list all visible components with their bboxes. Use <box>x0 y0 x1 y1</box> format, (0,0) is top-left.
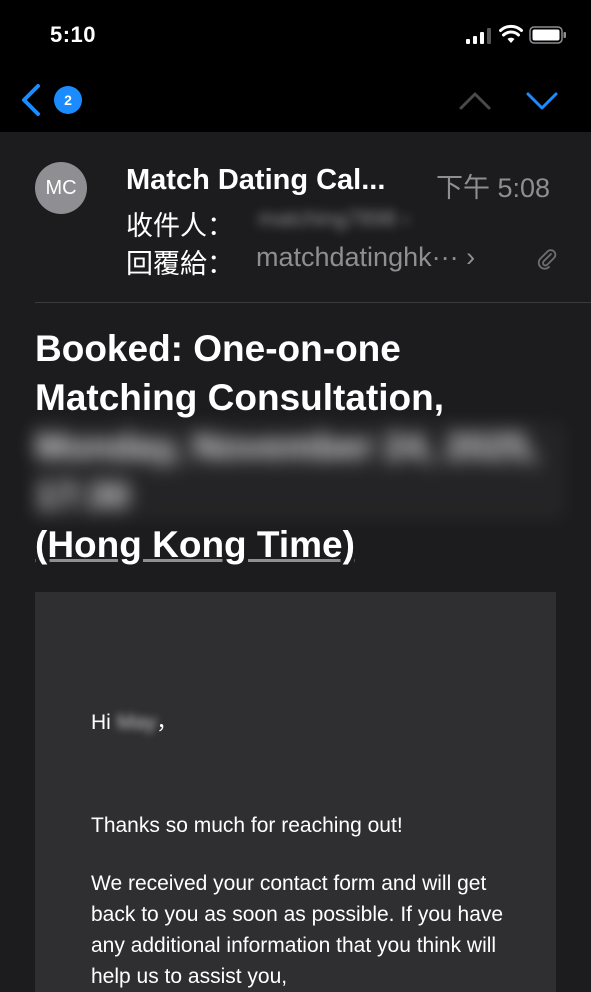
signal-icon <box>466 28 491 44</box>
avatar[interactable]: MC <box>35 162 87 214</box>
body-paragraph: We received your contact form and will g… <box>91 872 504 988</box>
chevron-up-icon[interactable] <box>458 88 492 112</box>
greeting-suffix: ， <box>156 711 178 734</box>
email-body: Hi May， Thanks so much for reaching out!… <box>35 592 556 992</box>
chevron-left-icon[interactable] <box>16 80 48 120</box>
unread-count-badge: 2 <box>54 86 82 114</box>
subject-timezone[interactable]: (Hong Kong Time) <box>35 520 565 569</box>
status-bar: 5:10 <box>0 0 591 72</box>
paperclip-icon <box>537 249 557 270</box>
greeting-prefix: Hi <box>91 711 111 734</box>
reply-to-address[interactable]: matchdatinghk··· › <box>256 242 475 273</box>
to-label: 收件人： <box>126 211 234 241</box>
chevron-down-icon[interactable] <box>525 88 559 112</box>
sender-name[interactable]: Match Dating Cal... <box>126 164 385 197</box>
thanks-text: Thanks so much for reaching out! <box>91 814 403 837</box>
reply-to-label: 回覆給： <box>126 249 234 279</box>
to-recipient[interactable]: matching7898 › <box>258 206 410 232</box>
sent-time: 下午 5:08 <box>436 173 551 203</box>
subject-line-1: Booked: One-on-one <box>35 328 401 369</box>
greeting: Hi May， <box>91 706 177 736</box>
subject-date-redacted: Monday, November 24, 2025, 17:30 <box>35 422 565 520</box>
status-time: 5:10 <box>50 22 97 47</box>
subject-line-2: Matching Consultation, <box>35 377 445 418</box>
battery-icon <box>529 26 566 44</box>
greeting-name-redacted: May <box>116 711 157 734</box>
wifi-icon <box>499 24 523 43</box>
subject: Booked: One-on-one Matching Consultation… <box>35 324 565 569</box>
header-divider <box>35 302 591 303</box>
message-view: MC Match Dating Cal... 下午 5:08 收件人： matc… <box>0 132 591 992</box>
nav-bar: 2 <box>0 72 591 132</box>
